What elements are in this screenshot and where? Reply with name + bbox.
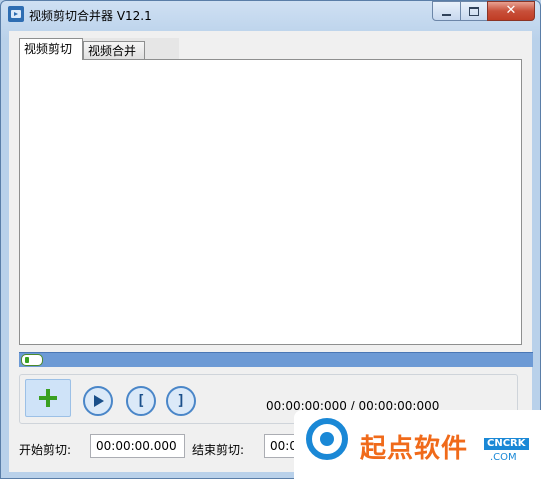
app-icon (8, 6, 24, 22)
maximize-button[interactable] (460, 1, 488, 21)
watermark: 起点软件 CNCRK .COM (294, 410, 541, 479)
close-icon: ✕ (505, 3, 517, 18)
watermark-domain: .COM (490, 452, 517, 463)
mark-out-button[interactable]: ] (166, 386, 196, 416)
title-bar[interactable]: 视频剪切合并器 V12.1 ✕ (1, 1, 540, 29)
play-button[interactable] (83, 386, 113, 416)
tab-video-merge[interactable]: 视频合并 (83, 41, 145, 59)
progress-bar[interactable] (19, 352, 533, 367)
progress-handle[interactable] (21, 354, 43, 366)
plus-icon (39, 389, 57, 407)
close-button[interactable]: ✕ (487, 1, 535, 21)
watermark-text: 起点软件 (360, 434, 469, 464)
window-title: 视频剪切合并器 V12.1 (29, 9, 152, 23)
watermark-badge: CNCRK (484, 438, 529, 450)
tab-strip: 视频剪切 视频合并 (19, 38, 179, 60)
play-icon (94, 395, 104, 407)
add-file-button[interactable] (25, 379, 71, 417)
bracket-right-icon: ] (176, 393, 186, 409)
client-area: 视频剪切 视频合并 [ ] 00:00:00:000 / 00:00:00:00… (9, 31, 533, 472)
video-preview-panel (19, 59, 522, 345)
start-cut-input[interactable]: 00:00:00.000 (90, 434, 185, 458)
watermark-logo-icon (306, 418, 348, 460)
tab-video-cut[interactable]: 视频剪切 (19, 38, 83, 60)
start-cut-label: 开始剪切: (19, 443, 72, 457)
minimize-icon (442, 14, 451, 16)
mark-in-button[interactable]: [ (126, 386, 156, 416)
maximize-icon (469, 6, 479, 16)
bracket-left-icon: [ (136, 393, 146, 409)
app-window: 视频剪切合并器 V12.1 ✕ 视频剪切 视频合并 [] 00:00:00:0… (0, 0, 541, 479)
minimize-button[interactable] (432, 1, 461, 21)
end-cut-label: 结束剪切: (192, 443, 245, 457)
